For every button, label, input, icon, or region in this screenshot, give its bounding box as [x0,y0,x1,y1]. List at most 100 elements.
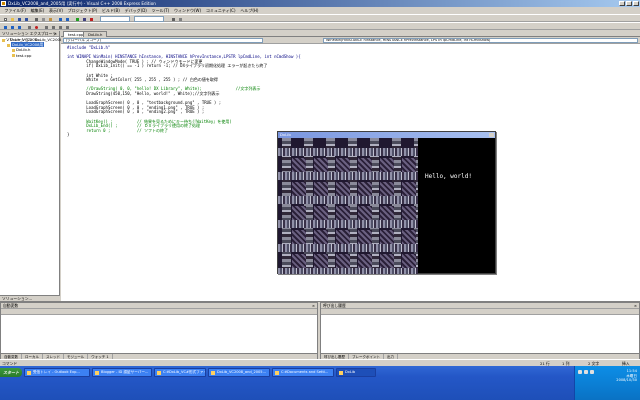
properties-icon[interactable] [177,16,183,21]
step-into-icon[interactable] [2,24,8,29]
hex-icon[interactable] [26,24,32,29]
scene-tile [358,206,372,220]
scene-tile [314,158,328,172]
scene-tile [358,182,372,196]
status-bar: コマンド 21 行 1 列 2 文字 挿入 [0,359,640,366]
scene-tile [292,206,306,220]
clock-date: 2008/10/30 [616,378,637,382]
maximize-button[interactable] [626,1,632,6]
start-button[interactable]: スタート [0,368,22,377]
outdent-icon[interactable] [64,24,70,29]
scene-tile [292,158,306,172]
scene-tile [336,206,350,220]
menu-bar: ファイル(F) 編集(E) 表示(V) プロジェクト(P) ビルド(B) デバッグ(D) ツ… [0,7,640,14]
callstack-panel: 呼び出し履歴 × 呼び出し履歴 ブレークポイント 出力 [320,302,640,360]
find-icon[interactable] [170,16,176,21]
copy-icon[interactable] [40,16,46,21]
taskbar-button[interactable]: Blogger - ID 認証サーバー... [92,368,152,377]
window-titlebar[interactable]: DxLib_VC2008_and_2005用 (実行中) - Visual C+… [0,0,640,7]
network-icon[interactable] [578,370,582,374]
menu-item[interactable]: 表示(V) [47,7,66,14]
scene-tile [380,158,394,172]
undo-icon[interactable] [57,16,63,21]
close-icon[interactable]: × [634,303,637,309]
taskbar-button[interactable]: C:¥Documents and Setti... [272,368,334,377]
window-title: DxLib_VC2008_and_2005用 (実行中) - Visual C+… [8,1,156,6]
callstack-title: 呼び出し履歴 [323,303,346,308]
minimize-button[interactable] [619,1,625,6]
dxlib-app-window[interactable]: DxLib Hello, world! [277,131,496,274]
scene-tile [358,158,372,172]
scene-tile [336,182,350,196]
scene-tile [402,206,416,220]
scene-tile [292,254,306,268]
paste-icon[interactable] [47,16,53,21]
menu-item[interactable]: コミュニティ(C) [203,7,237,14]
step-out-icon[interactable] [16,24,22,29]
scene-band [278,148,418,156]
standard-toolbar [0,14,640,22]
tree-item[interactable]: test.cpp [0,53,59,58]
save-icon[interactable] [16,16,22,21]
menu-item[interactable]: デバッグ(D) [122,7,149,14]
stop-debug-icon[interactable] [88,16,94,21]
scene-tile [402,182,416,196]
scene-tile [358,230,372,244]
step-over-icon[interactable] [9,24,15,29]
editor-navbar: (グローバル スコープ) WinMain(HINSTANCE hInstance… [61,37,640,44]
scope-select[interactable]: (グローバル スコープ) [63,38,263,43]
callstack-header-row [321,309,639,315]
project-icon [2,38,5,42]
scene-tile [402,254,416,268]
scene-tile [358,254,372,268]
start-debug-icon[interactable] [74,16,80,21]
save-all-icon[interactable] [23,16,29,21]
file-icon [12,48,15,52]
redo-icon[interactable] [64,16,70,21]
scene-tile [380,230,394,244]
scene-pillar [282,138,291,274]
taskbar-button[interactable]: DxLib_VC2008_and_2005... [208,368,270,377]
autos-caption: 自動変数 × [1,303,317,309]
indent-icon[interactable] [57,24,63,29]
menu-item[interactable]: ウィンドウ(W) [172,7,204,14]
uncomment-icon[interactable] [50,24,56,29]
scene-tile [314,230,328,244]
hello-world-text: Hello, world! [425,173,472,180]
pause-icon[interactable] [81,16,87,21]
new-file-icon[interactable] [2,16,8,21]
menu-item[interactable]: ビルド(B) [100,7,123,14]
taskbar-button[interactable]: DxLib [336,368,376,377]
file-icon [12,54,15,58]
project-icon [7,43,10,47]
close-button[interactable] [489,133,494,137]
autos-panel: 自動変数 × 自動変数 ローカル スレッド モジュール ウォッチ 1 [0,302,318,360]
scene-tile [402,230,416,244]
menu-item[interactable]: ツール(T) [149,7,171,14]
cut-icon[interactable] [33,16,39,21]
autos-title: 自動変数 [3,303,19,308]
member-select[interactable]: WinMain(HINSTANCE hInstance, HINSTANCE h… [323,38,638,43]
comment-icon[interactable] [43,24,49,29]
menu-item[interactable]: ヘルプ(H) [238,7,261,14]
scene-tile [292,230,306,244]
volume-icon[interactable] [584,370,588,374]
menu-item[interactable]: プロジェクト(P) [65,7,99,14]
menu-item[interactable]: ファイル(F) [2,7,28,14]
scene-tile [380,206,394,220]
taskbar-button[interactable]: 受信トレイ - Outlook Exp... [24,368,90,377]
close-icon[interactable]: × [312,303,315,309]
menu-item[interactable]: 編集(E) [28,7,46,14]
close-button[interactable] [633,1,639,6]
scene-tile [336,230,350,244]
ime-icon[interactable] [590,370,594,374]
taskbar-button[interactable]: C:¥DxLib_VC#形式ファイル [154,368,206,377]
clock[interactable]: 11:54 木曜日 2008/10/30 [616,369,637,383]
scene-tile [380,254,394,268]
scene-band [278,196,418,204]
visual-studio-icon [1,1,6,6]
scene-band [278,220,418,228]
open-folder-icon[interactable] [9,16,15,21]
scene-band [278,268,418,274]
breakpoint-icon[interactable] [33,24,39,29]
